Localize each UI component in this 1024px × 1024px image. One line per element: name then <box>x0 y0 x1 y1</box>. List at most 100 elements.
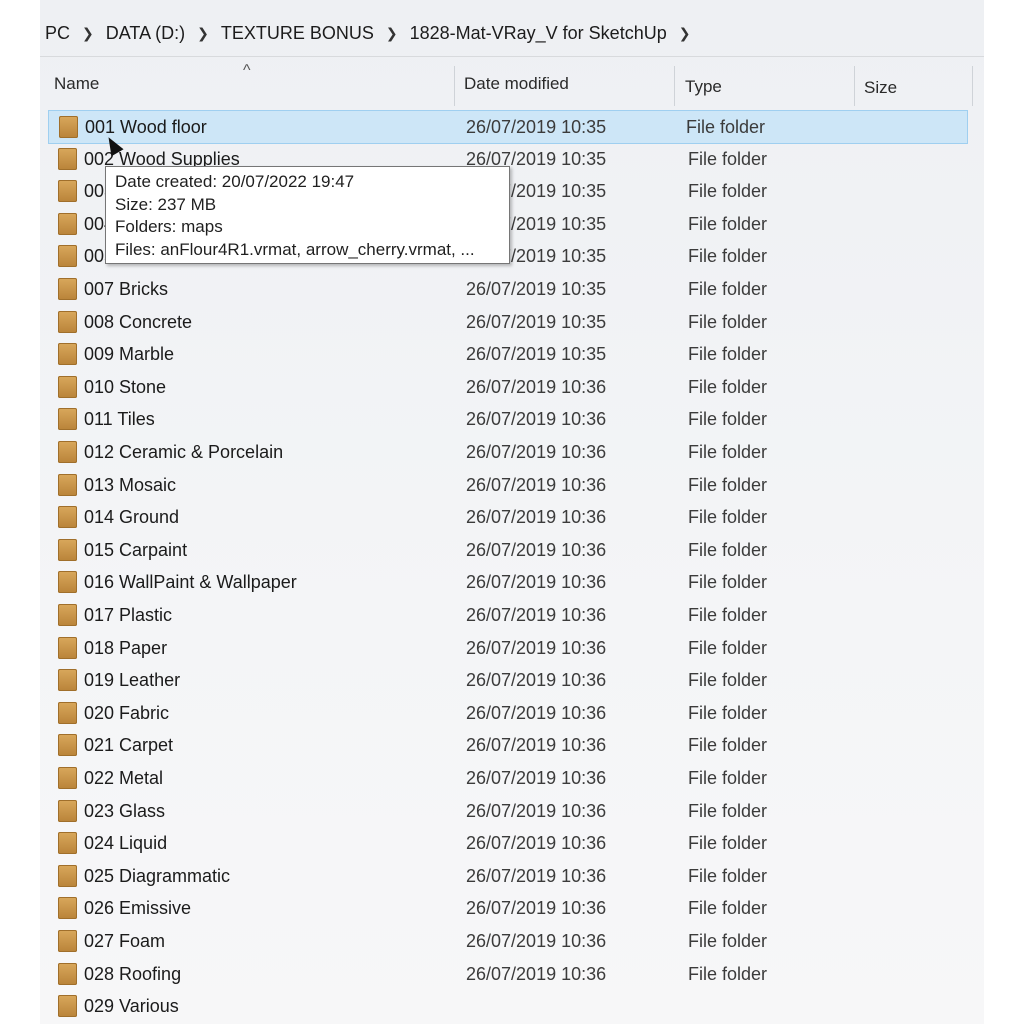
monitor-bezel-left <box>0 0 40 1024</box>
list-item[interactable]: 024 Liquid 26/07/2019 10:36 File folder <box>40 827 970 859</box>
folder-icon <box>58 441 77 463</box>
column-header-type[interactable]: Type <box>685 77 722 97</box>
column-header-name[interactable]: Name <box>54 74 99 94</box>
folder-icon <box>58 571 77 594</box>
list-item[interactable]: 009 Marble 26/07/2019 10:35 File folder <box>40 338 970 370</box>
folder-icon <box>58 701 77 724</box>
file-type: File folder <box>688 800 768 821</box>
date-modified: 26/07/2019 10:36 <box>466 409 607 430</box>
file-name: 016 WallPaint & Wallpaper <box>84 572 297 593</box>
list-item[interactable]: 028 Roofing 26/07/2019 10:36 File folder <box>40 958 970 990</box>
file-type: File folder <box>688 702 768 723</box>
list-item[interactable]: 020 Fabric 26/07/2019 10:36 File folder <box>40 697 970 729</box>
tooltip-folders: Folders: maps <box>115 217 223 236</box>
file-type: File folder <box>688 279 768 299</box>
tooltip-files: Files: anFlour4R1.vrmat, arrow_cherry.vr… <box>115 239 475 259</box>
list-item[interactable]: 019 Leather 26/07/2019 10:36 File folder <box>40 664 970 696</box>
file-name: 026 Emissive <box>84 898 192 919</box>
column-resize-handle[interactable] <box>674 66 675 106</box>
list-item[interactable]: 027 Foam 26/07/2019 10:36 File folder <box>40 925 970 957</box>
list-item[interactable]: 025 Diagrammatic 26/07/2019 10:36 File fol… <box>40 860 970 892</box>
date-modified: 26/07/2019 10:35 <box>466 311 607 332</box>
date-modified: 26/07/2019 10:36 <box>466 474 607 495</box>
file-type: File folder <box>688 605 768 625</box>
folder-icon <box>58 375 77 398</box>
file-type: File folder <box>688 931 768 951</box>
file-type: File folder <box>688 670 768 691</box>
breadcrumb-item-texture-bonus[interactable]: TEXTURE BONUS <box>217 23 378 44</box>
file-type: File folder <box>688 442 768 462</box>
chevron-right-icon[interactable]: ❯ <box>671 25 699 42</box>
list-item[interactable]: 013 Mosaic 26/07/2019 10:36 File folder <box>40 469 970 501</box>
list-item[interactable]: 018 Paper 26/07/2019 10:36 File folder <box>40 632 970 664</box>
date-modified: 26/07/2019 10:36 <box>466 768 607 788</box>
breadcrumb-item-pc[interactable]: PC <box>40 23 74 44</box>
chevron-right-icon[interactable]: ❯ <box>189 25 217 42</box>
file-type: File folder <box>688 376 768 397</box>
column-resize-handle[interactable] <box>854 66 855 106</box>
folder-info-tooltip: Date created: 20/07/2022 19:47 Size: 237… <box>105 166 510 264</box>
folder-icon <box>58 245 77 268</box>
file-name: 023 Glass <box>84 800 166 821</box>
folder-icon <box>58 767 77 789</box>
list-item[interactable]: 014 Ground 26/07/2019 10:36 File folder <box>40 501 970 533</box>
list-item[interactable]: 015 Carpaint 26/07/2019 10:36 File folder <box>40 534 970 566</box>
file-name: 001 Wood floor <box>85 117 207 137</box>
list-item[interactable]: 011 Tiles 26/07/2019 10:36 File folder <box>40 403 970 435</box>
date-modified: 26/07/2019 10:36 <box>466 898 607 919</box>
folder-icon <box>58 604 77 626</box>
column-header-size[interactable]: Size <box>864 78 897 98</box>
file-name: 014 Ground <box>84 507 180 528</box>
file-type: File folder <box>688 735 768 756</box>
list-item[interactable]: 021 Carpet 26/07/2019 10:36 File folder <box>40 729 970 761</box>
monitor-bezel-right <box>984 0 1024 1024</box>
file-type: File folder <box>688 572 768 593</box>
folder-icon <box>58 408 77 431</box>
chevron-right-icon[interactable]: ❯ <box>378 25 406 42</box>
file-type: File folder <box>688 865 768 886</box>
column-resize-handle[interactable] <box>454 66 455 106</box>
folder-icon <box>58 310 77 333</box>
file-type: File folder <box>688 539 768 560</box>
column-header-row: ^ Name Date modified Type Size <box>40 62 984 106</box>
list-item[interactable]: 022 Metal 26/07/2019 10:36 File folder <box>40 762 970 794</box>
list-item[interactable]: 029 Various <box>40 990 970 1022</box>
folder-icon <box>58 734 77 757</box>
list-item[interactable]: 012 Ceramic & Porcelain 26/07/2019 10:36 F… <box>40 436 970 468</box>
folder-icon <box>58 962 77 985</box>
file-type: File folder <box>688 344 768 365</box>
list-item[interactable]: 010 Stone 26/07/2019 10:36 File folder <box>40 371 970 403</box>
folder-icon <box>58 669 77 692</box>
breadcrumb-item-current-folder[interactable]: 1828-Mat-VRay_V for SketchUp <box>406 23 671 44</box>
folder-icon <box>58 636 77 659</box>
folder-icon <box>58 538 77 561</box>
date-modified: 26/07/2019 10:36 <box>466 800 607 821</box>
list-item[interactable]: 001 Wood floor 26/07/2019 10:35 File folde… <box>48 110 968 144</box>
file-name: 017 Plastic <box>84 605 173 625</box>
date-modified: 26/07/2019 10:36 <box>466 963 607 984</box>
list-item[interactable]: 007 Bricks 26/07/2019 10:35 File folder <box>40 273 970 305</box>
list-item[interactable]: 023 Glass 26/07/2019 10:36 File folder <box>40 795 970 827</box>
file-type: File folder <box>688 637 768 658</box>
file-type: File folder <box>688 507 768 528</box>
list-item[interactable]: 016 WallPaint & Wallpaper 26/07/2019 10:3… <box>40 566 970 598</box>
list-item[interactable]: 017 Plastic 26/07/2019 10:36 File folder <box>40 599 970 631</box>
date-modified: 26/07/2019 10:35 <box>466 279 607 299</box>
file-name: 011 Tiles <box>84 409 155 430</box>
column-header-date-modified[interactable]: Date modified <box>464 74 569 94</box>
folder-icon <box>58 278 77 300</box>
date-modified: 26/07/2019 10:36 <box>466 702 607 723</box>
breadcrumb-item-drive[interactable]: DATA (D:) <box>102 23 189 44</box>
date-modified: 26/07/2019 10:35 <box>466 117 607 137</box>
list-item[interactable]: 008 Concrete 26/07/2019 10:35 File folder <box>40 306 970 338</box>
chevron-right-icon[interactable]: ❯ <box>74 25 102 42</box>
file-type: File folder <box>688 311 768 332</box>
file-type: File folder <box>688 409 768 430</box>
column-resize-handle[interactable] <box>972 66 973 106</box>
file-name: 021 Carpet <box>84 735 174 756</box>
list-item[interactable]: 026 Emissive 26/07/2019 10:36 File folder <box>40 892 970 924</box>
file-type: File folder <box>688 246 768 267</box>
folder-icon <box>58 180 77 203</box>
file-type: File folder <box>688 768 768 788</box>
file-name: 024 Liquid <box>84 833 168 854</box>
